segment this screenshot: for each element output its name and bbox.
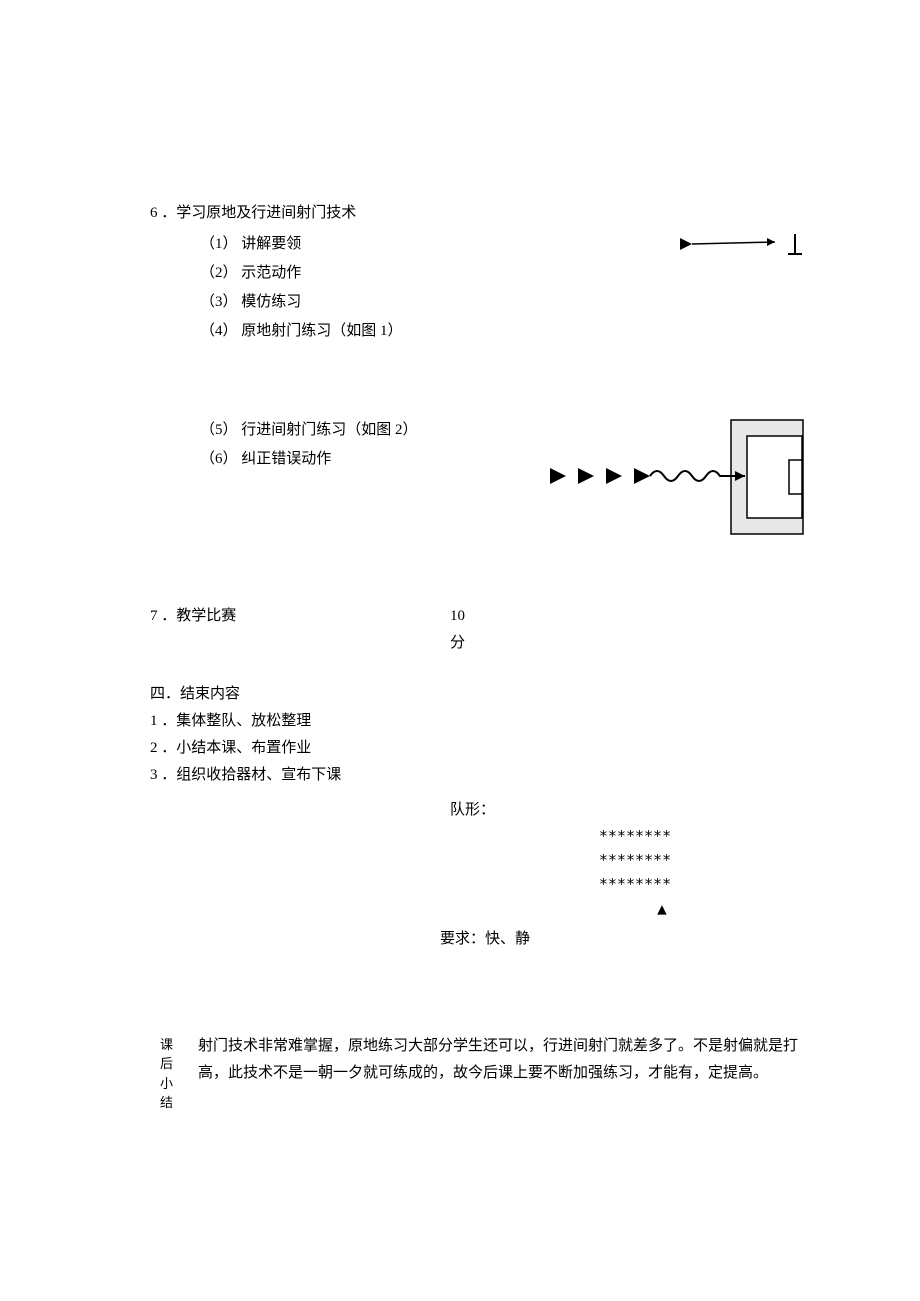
list-item: （4） 原地射门练习（如图 1）: [200, 318, 800, 345]
time-unit: 分: [450, 630, 465, 657]
formation-row: ********: [470, 872, 800, 896]
formation-row: ********: [470, 848, 800, 872]
list-item: 2 ．小结本课、布置作业: [150, 735, 800, 762]
formation-block: 队形： ******** ******** ******** ▲: [150, 797, 800, 922]
section-4-heading: 四．结束内容: [150, 681, 800, 708]
section-4: 四．结束内容 1 ．集体整队、放松整理 2 ．小结本课、布置作业 3 ．组织收拾…: [150, 681, 800, 789]
requirement: 要求：快、静: [150, 926, 800, 953]
formation-label: 队形：: [450, 797, 800, 824]
summary-label: 课后小结: [160, 1033, 178, 1113]
figure-2: [545, 418, 805, 546]
list-item: （3） 模仿练习: [200, 289, 800, 316]
figure-1: [675, 232, 805, 266]
summary-section: 课后小结 射门技术非常难掌握，原地练习大部分学生还可以，行进间射门就差多了。不是…: [150, 1033, 800, 1113]
time-value: 10: [450, 603, 465, 630]
section-7-time: 10 分: [450, 603, 465, 657]
formation-diagram: ******** ******** ******** ▲: [450, 824, 800, 922]
section-6-heading: 6 ．学习原地及行进间射门技术: [150, 200, 800, 227]
list-item: 3 ．组织收拾器材、宣布下课: [150, 762, 800, 789]
section-7: 7 ．教学比赛 10 分: [150, 603, 800, 657]
list-item: 1 ．集体整队、放松整理: [150, 708, 800, 735]
triangle-mark-icon: ▲: [470, 896, 800, 922]
summary-text: 射门技术非常难掌握，原地练习大部分学生还可以，行进间射门就差多了。不是射偏就是打…: [198, 1033, 800, 1113]
section-7-label: 7 ．教学比赛: [150, 603, 450, 657]
formation-row: ********: [470, 824, 800, 848]
